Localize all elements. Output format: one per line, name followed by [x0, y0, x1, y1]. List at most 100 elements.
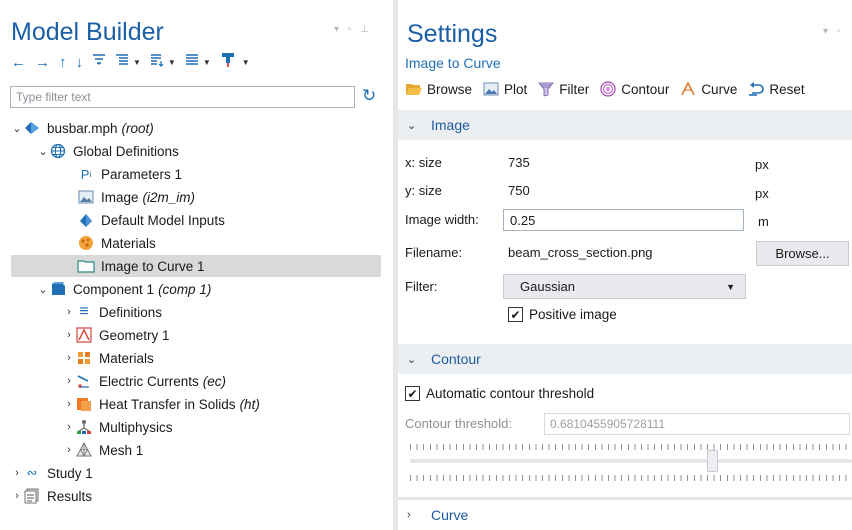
chevron-down-icon: ⌄ [407, 353, 417, 366]
y-size-label: y: size [405, 183, 442, 198]
chevron-right-icon[interactable]: › [11, 490, 23, 502]
chevron-down-icon[interactable]: ⌄ [37, 283, 49, 296]
chevron-right-icon[interactable]: › [11, 467, 23, 479]
tree-node-default-model-inputs[interactable]: Default Model Inputs [11, 209, 326, 231]
slider-thumb[interactable] [707, 450, 718, 472]
tree-node-image-to-curve[interactable]: Image to Curve 1 [11, 255, 381, 277]
settings-panel: Settings ▾ ▫ Image to Curve Browse Plot … [398, 0, 852, 530]
geometry-icon [75, 327, 93, 343]
go-back-icon[interactable]: ← [11, 54, 26, 71]
show-more-options-icon[interactable] [92, 53, 106, 71]
tree-node-tag: (comp 1) [158, 281, 212, 297]
multiphysics-icon [75, 419, 93, 435]
chevron-right-icon[interactable]: › [63, 421, 75, 433]
chevron-right-icon[interactable]: › [63, 444, 75, 456]
chevron-down-icon[interactable]: ⌄ [37, 145, 49, 158]
materials-grid-icon [75, 350, 93, 366]
contour-threshold-input[interactable]: 0.6810455905728111 [544, 413, 850, 435]
tree-node-geometry[interactable]: › Geometry 1 [11, 324, 340, 346]
tree-node-label: Image to Curve 1 [101, 258, 205, 274]
tree-node-definitions[interactable]: › ≡ Definitions [11, 301, 340, 323]
x-size-label: x: size [405, 155, 442, 170]
contour-section-header[interactable]: ⌄ Contour [398, 344, 852, 374]
refresh-icon[interactable]: ↻ [362, 86, 376, 106]
tree-node-label: Results [47, 488, 93, 504]
move-down-icon[interactable]: ↓ [76, 54, 84, 71]
go-forward-icon[interactable]: → [35, 54, 50, 71]
model-inputs-icon [77, 212, 95, 228]
plot-toolbar-button[interactable]: Plot [482, 81, 527, 97]
image-section-header[interactable]: ⌄ Image [398, 110, 852, 140]
tree-node-image[interactable]: Image (i2m_im) [11, 186, 326, 208]
filter-select[interactable]: Gaussian ▼ [503, 274, 746, 299]
filter-label: Filter: [405, 279, 438, 294]
tree-node-parameters[interactable]: Pi Parameters 1 [11, 163, 326, 185]
tree-node-results[interactable]: › Results [11, 485, 381, 507]
tree-node-label: Heat Transfer in Solids [99, 396, 236, 412]
browse-toolbar-button[interactable]: Browse [405, 81, 472, 97]
panel-window-controls[interactable]: ▾ ▫ ⊥ [334, 24, 372, 35]
auto-threshold-checkbox[interactable]: ✔ Automatic contour threshold [405, 386, 594, 401]
chevron-right-icon[interactable]: › [63, 306, 75, 318]
positive-image-checkbox[interactable]: ✔ Positive image [508, 307, 617, 322]
browse-button[interactable]: Browse... [756, 241, 849, 266]
chevron-down-icon[interactable]: ▼ [203, 58, 211, 67]
chevron-right-icon[interactable]: › [63, 375, 75, 387]
tree-node-label: Parameters 1 [101, 166, 183, 182]
chevron-down-icon[interactable]: ▼ [133, 58, 141, 67]
curve-toolbar-button[interactable]: Curve [679, 81, 737, 97]
x-size-unit: px [755, 157, 769, 172]
tree-node-component[interactable]: ⌄ Component 1 (comp 1) [11, 278, 366, 300]
tree-node-label: Study 1 [47, 465, 93, 481]
contour-toolbar-button[interactable]: Contour [599, 81, 669, 97]
tree-node-materials[interactable]: Materials [11, 232, 326, 254]
heat-transfer-icon [75, 396, 93, 412]
tree-node-multiphysics[interactable]: › Multiphysics [11, 416, 340, 438]
electric-currents-icon [75, 373, 93, 389]
chevron-right-icon[interactable]: › [63, 398, 75, 410]
chevron-down-icon[interactable]: ▼ [168, 58, 176, 67]
filter-select-value: Gaussian [520, 279, 575, 294]
tree-node-label: Materials [99, 350, 154, 366]
chevron-down-icon[interactable]: ▼ [242, 58, 250, 67]
chevron-down-icon[interactable]: ⌄ [11, 122, 23, 135]
view-mode-icon[interactable] [185, 53, 199, 71]
image-width-input[interactable] [503, 209, 744, 231]
curve-section-header[interactable]: › Curve [398, 500, 852, 530]
folder-icon [77, 258, 95, 274]
expand-sections-icon[interactable] [115, 53, 129, 71]
contour-icon [599, 81, 617, 97]
tree-node-component-materials[interactable]: › Materials [11, 347, 340, 369]
tree-filter-field[interactable] [10, 86, 355, 108]
add-physics-icon[interactable] [220, 52, 238, 72]
comsol-model-icon [23, 120, 41, 136]
filter-toolbar-button[interactable]: Filter [537, 81, 589, 97]
tree-node-tag: (i2m_im) [142, 189, 196, 205]
component-icon [49, 281, 67, 297]
y-size-unit: px [755, 186, 769, 201]
tree-node-root[interactable]: ⌄ busbar.mph (root) [11, 117, 381, 139]
settings-subtitle: Image to Curve [405, 55, 501, 71]
tree-node-electric-currents[interactable]: › Electric Currents (ec) [11, 370, 340, 392]
undo-icon [747, 81, 765, 97]
move-up-icon[interactable]: ↑ [59, 54, 67, 71]
contour-threshold-slider[interactable] [410, 459, 852, 463]
panel-window-controls[interactable]: ▾ ▫ [823, 26, 843, 37]
checkmark-icon: ✔ [405, 386, 420, 401]
chevron-right-icon: › [407, 509, 411, 521]
tree-filter-input[interactable] [11, 87, 354, 107]
definitions-icon: ≡ [79, 303, 89, 320]
chevron-right-icon[interactable]: › [63, 352, 75, 364]
tree-node-heat-transfer[interactable]: › Heat Transfer in Solids (ht) [11, 393, 340, 415]
curve-icon [679, 81, 697, 97]
x-size-value: 735 [508, 155, 530, 170]
tree-node-label: Component 1 [73, 281, 155, 297]
globe-icon [49, 143, 67, 159]
model-builder-panel: Model Builder ▾ ▫ ⊥ ← → ↑ ↓ ▼ ▼ ▼ ▼ ↻ ⌄ [0, 0, 393, 530]
tree-node-global-definitions[interactable]: ⌄ Global Definitions [11, 140, 366, 162]
sort-tree-icon[interactable] [150, 53, 164, 71]
tree-node-study[interactable]: › ∾ Study 1 [11, 462, 381, 484]
tree-node-mesh[interactable]: › Mesh 1 [11, 439, 340, 461]
reset-toolbar-button[interactable]: Reset [747, 81, 805, 97]
chevron-right-icon[interactable]: › [63, 329, 75, 341]
